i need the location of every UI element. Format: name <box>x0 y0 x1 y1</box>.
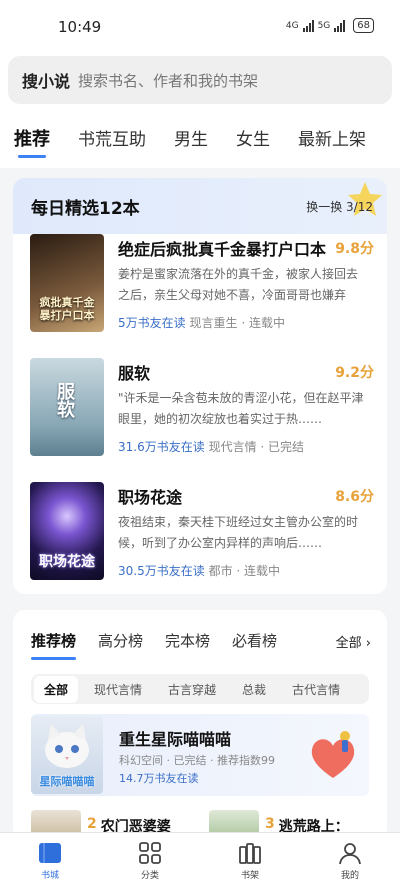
book-description: "许禾是一朵含苞未放的青涩小花，但在赵平津眼里，她的初次绽放也着实过于热…… <box>118 391 364 426</box>
book-item[interactable]: 疯批真千金暴打户口本 绝症后疯批真千金暴打户口本 9.8分 姜柠是蜜家流落在外的… <box>30 234 382 334</box>
tab-book-help[interactable]: 书荒互助 <box>78 112 146 168</box>
status-indicators: 4G 5G 68 <box>286 18 374 33</box>
book-state: 连载中 <box>244 564 281 578</box>
chip-ceo[interactable]: 总裁 <box>232 676 276 703</box>
ranking-all-link[interactable]: 全部 › <box>336 632 371 651</box>
nav-bookstore[interactable]: 书城 <box>0 833 100 888</box>
cover-title: 疯批真千金暴打户口本 <box>39 296 95 322</box>
network-label-2: 5G <box>317 20 331 31</box>
book-description: 姜柠是蜜家流落在外的真千金，被家人接回去之后，亲生父母对她不喜，冷面哥哥也嫌弃她… <box>118 267 359 302</box>
book-readers: 31.6万书友在读 <box>118 440 205 454</box>
tab-recommend[interactable]: 推荐 <box>14 112 50 168</box>
book-cover: 疯批真千金暴打户口本 <box>30 234 104 332</box>
search-brand-label: 搜小说 <box>22 72 71 91</box>
ranking-card: 推荐榜 高分榜 完本榜 必看榜 全部 › 全部 现代言情 古言穿越 总裁 古代言… <box>13 610 387 840</box>
genre-chips: 全部 现代言情 古言穿越 总裁 古代言情 <box>31 674 369 704</box>
nav-label: 书城 <box>40 871 59 881</box>
chip-modern-romance[interactable]: 现代言情 <box>84 676 152 703</box>
book-item[interactable]: 服软 服软 9.2分 "许禾是一朵含苞未放的青涩小花，但在赵平津眼里，她的初次绽… <box>30 358 382 458</box>
book-cover: 服软 <box>30 358 104 456</box>
book-description: 夜祖结束，秦天桂下班经过女主管办公室的时候，听到了办公室内异样的声响后…… <box>118 515 359 550</box>
nav-profile[interactable]: 我的 <box>300 833 400 888</box>
cover-title: 服软 <box>54 382 75 418</box>
daily-picks-title: 每日精选12本 <box>31 198 140 219</box>
daily-picks-card: 每日精选12本 换一换 3/12 疯批真千金暴打户口本 绝症后疯批真千金暴打户口… <box>13 178 387 594</box>
status-bar: 10:49 4G 5G 68 <box>0 0 400 50</box>
book-icon <box>39 843 61 863</box>
book-readers: 30.5万书友在读 <box>118 564 205 578</box>
cover-title: 职场花途 <box>39 554 95 570</box>
book-score: 8.6分 <box>335 489 374 505</box>
book-title: 职场花途 <box>118 488 183 507</box>
featured-readers: 14.7万书友在读 <box>119 772 199 785</box>
heart-icon <box>311 731 355 778</box>
book-title: 绝症后疯批真千金暴打户口本 <box>118 240 327 259</box>
featured-cover-title: 星际喵喵喵 <box>39 775 95 788</box>
chip-ancient-romance[interactable]: 古代言情 <box>282 676 350 703</box>
daily-picks-header: 每日精选12本 换一换 3/12 <box>13 178 387 234</box>
nav-label: 我的 <box>340 871 359 881</box>
chip-ancient-time-travel[interactable]: 古言穿越 <box>158 676 226 703</box>
ranking-item-rank: 2 <box>87 816 97 832</box>
book-genre: 现言重生 <box>189 316 238 330</box>
featured-cover: 星际喵喵喵 <box>31 716 103 794</box>
featured-title: 重生星际喵喵喵 <box>119 730 232 749</box>
tab-high-score-rank[interactable]: 高分榜 <box>98 630 143 651</box>
book-score: 9.2分 <box>335 365 374 381</box>
ranking-item-rank: 3 <box>265 816 275 832</box>
book-cover: 职场花途 <box>30 482 104 580</box>
signal-icon-2 <box>334 19 346 32</box>
book-item[interactable]: 职场花途 职场花途 8.6分 夜祖结束，秦天桂下班经过女主管办公室的时候，听到了… <box>30 482 382 582</box>
book-state: 已完结 <box>268 440 305 454</box>
signal-icon <box>302 19 314 32</box>
search-input[interactable]: 搜小说 搜索书名、作者和我的书架 <box>8 56 392 104</box>
nav-category[interactable]: 分类 <box>100 833 200 888</box>
network-label-1: 4G <box>285 20 299 31</box>
battery-icon: 68 <box>353 18 374 33</box>
search-placeholder: 搜索书名、作者和我的书架 <box>78 71 259 90</box>
chip-all[interactable]: 全部 <box>34 675 79 703</box>
book-meta: 31.6万书友在读 现代言情 · 已完结 <box>118 440 305 454</box>
user-icon <box>339 843 361 865</box>
status-time: 10:49 <box>58 18 102 36</box>
grid-icon <box>139 842 161 864</box>
nav-label: 分类 <box>140 871 159 881</box>
featured-meta: 科幻空间 · 已完结 · 推荐指数99 <box>119 754 275 767</box>
book-state: 连载中 <box>248 316 285 330</box>
tab-completed-rank[interactable]: 完本榜 <box>165 630 210 651</box>
ranking-tabs: 推荐榜 高分榜 完本榜 必看榜 <box>31 630 277 660</box>
tab-male[interactable]: 男生 <box>174 112 208 168</box>
nav-bookshelf[interactable]: 书架 <box>200 833 300 888</box>
bottom-nav: 书城 分类 书架 我的 <box>0 832 400 888</box>
book-score: 9.8分 <box>335 241 374 257</box>
book-genre: 现代言情 <box>208 440 257 454</box>
book-readers: 5万书友在读 <box>118 316 186 330</box>
bookshelf-icon <box>239 843 261 864</box>
search-area: 搜小说 搜索书名、作者和我的书架 <box>0 50 400 112</box>
tab-recommend-rank[interactable]: 推荐榜 <box>31 630 77 660</box>
book-title: 服软 <box>118 364 151 383</box>
refresh-button[interactable]: 换一换 3/12 <box>306 198 373 215</box>
top-tabs: 推荐 书荒互助 男生 女生 最新上架 <box>0 112 400 168</box>
book-genre: 都市 <box>208 564 233 578</box>
tab-must-read-rank[interactable]: 必看榜 <box>232 630 277 651</box>
tab-new-arrivals[interactable]: 最新上架 <box>298 112 366 168</box>
nav-label: 书架 <box>240 871 259 881</box>
featured-book[interactable]: 星际喵喵喵 重生星际喵喵喵 科幻空间 · 已完结 · 推荐指数99 14.7万书… <box>31 714 369 796</box>
book-meta: 30.5万书友在读 都市 · 连载中 <box>118 564 281 578</box>
tab-female[interactable]: 女生 <box>236 112 270 168</box>
book-meta: 5万书友在读 现言重生 · 连载中 <box>118 316 285 330</box>
